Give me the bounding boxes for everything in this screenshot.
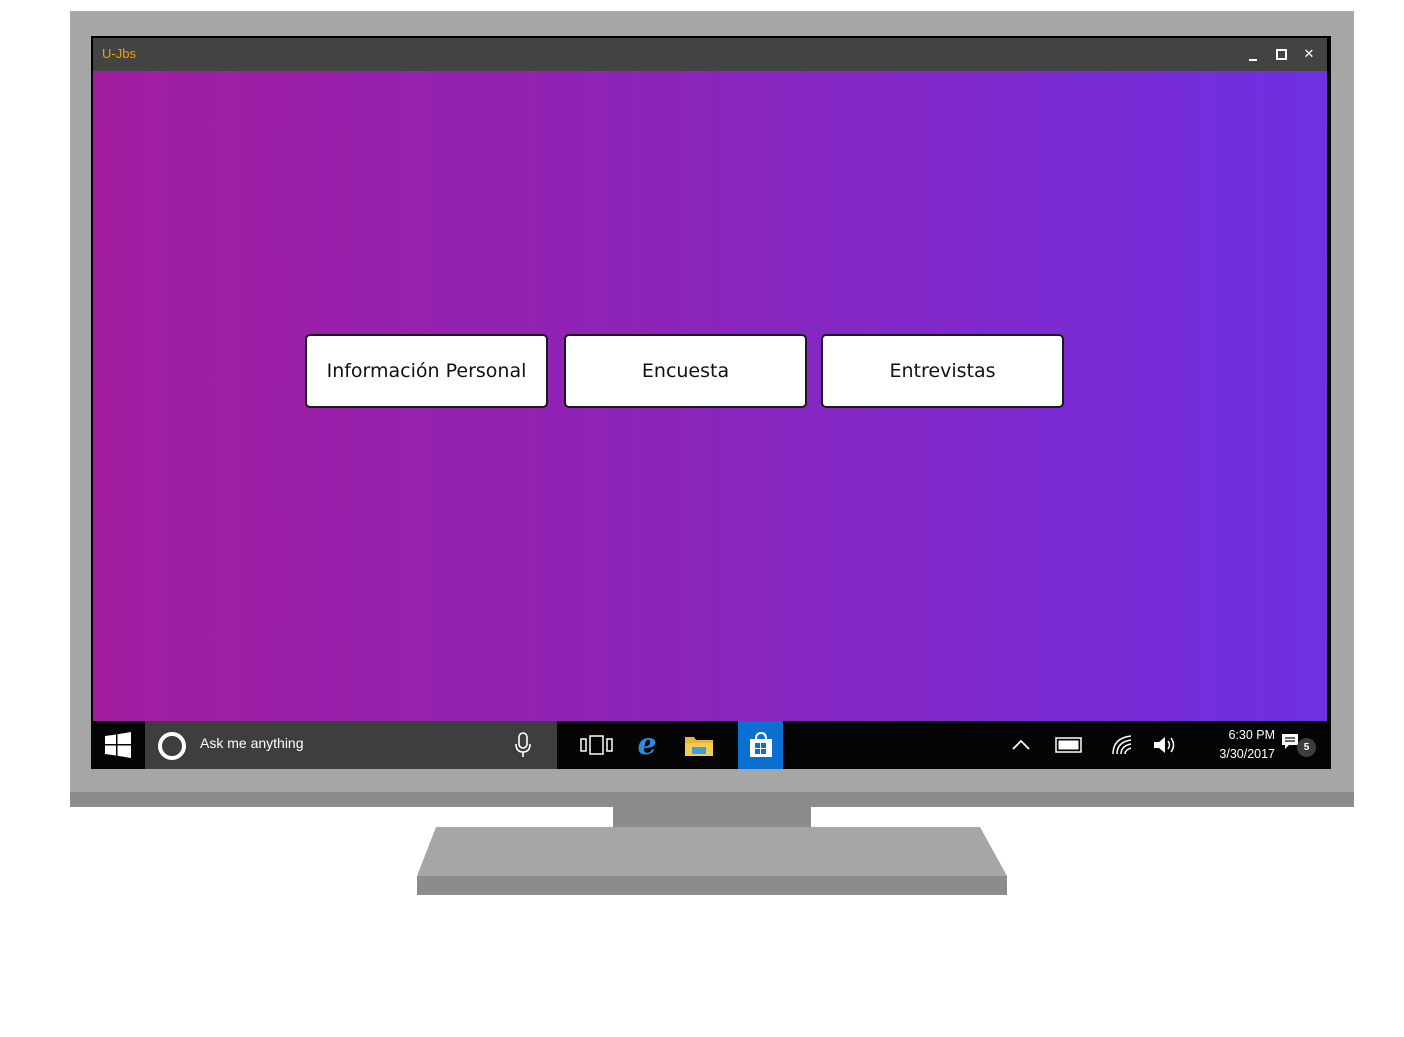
store-icon [749,731,772,757]
minimize-icon [1249,58,1257,61]
wifi-icon [1112,735,1132,755]
encuesta-button[interactable]: Encuesta [564,334,807,408]
chevron-up-icon [1012,739,1030,750]
app-content: Información Personal Encuesta Entrevista… [93,71,1327,721]
monitor-stand-foot [417,876,1007,895]
action-center-button[interactable]: 5 [1279,721,1317,769]
battery-icon [1055,737,1082,753]
show-hidden-icons-button[interactable] [1006,721,1036,769]
edge-button[interactable]: e [629,721,665,769]
window-title: U-Jbs [102,46,136,61]
maximize-button[interactable] [1267,38,1295,71]
microphone-icon[interactable] [513,731,533,759]
cortana-icon[interactable] [158,732,186,760]
monitor-stand-base [417,827,1007,876]
search-box[interactable]: Ask me anything [145,721,557,769]
clock-time: 6:30 PM [1228,728,1275,742]
task-view-button[interactable] [577,721,617,769]
store-button[interactable] [738,721,783,769]
wifi-button[interactable] [1108,721,1138,769]
taskbar-clock[interactable]: 6:30 PM 3/30/2017 [1199,726,1275,764]
minimize-button[interactable] [1239,38,1267,71]
file-explorer-button[interactable] [679,721,719,769]
edge-icon: e [637,727,657,762]
screen: U-Jbs ✕ Información Personal Encuesta En… [91,36,1331,769]
notification-count-badge: 5 [1297,738,1316,757]
entrevistas-button[interactable]: Entrevistas [821,334,1064,408]
close-button[interactable]: ✕ [1295,38,1323,71]
file-explorer-icon [685,737,713,756]
maximize-icon [1275,49,1287,60]
battery-button[interactable] [1051,721,1087,769]
window-titlebar[interactable]: U-Jbs ✕ [93,38,1327,71]
volume-button[interactable] [1151,721,1181,769]
task-view-icon [580,735,613,755]
start-button[interactable] [91,721,145,769]
clock-date: 3/30/2017 [1219,747,1275,761]
desktop-stage: U-Jbs ✕ Información Personal Encuesta En… [0,0,1404,1037]
monitor-chin [70,792,1354,807]
volume-icon [1154,737,1175,753]
informacion-personal-button[interactable]: Información Personal [305,334,548,408]
taskbar: Ask me anything e 6:30 PM 3/30/2017 5 [91,721,1331,769]
search-input[interactable]: Ask me anything [200,735,304,751]
close-icon: ✕ [1303,47,1315,62]
windows-logo-icon [105,732,131,758]
